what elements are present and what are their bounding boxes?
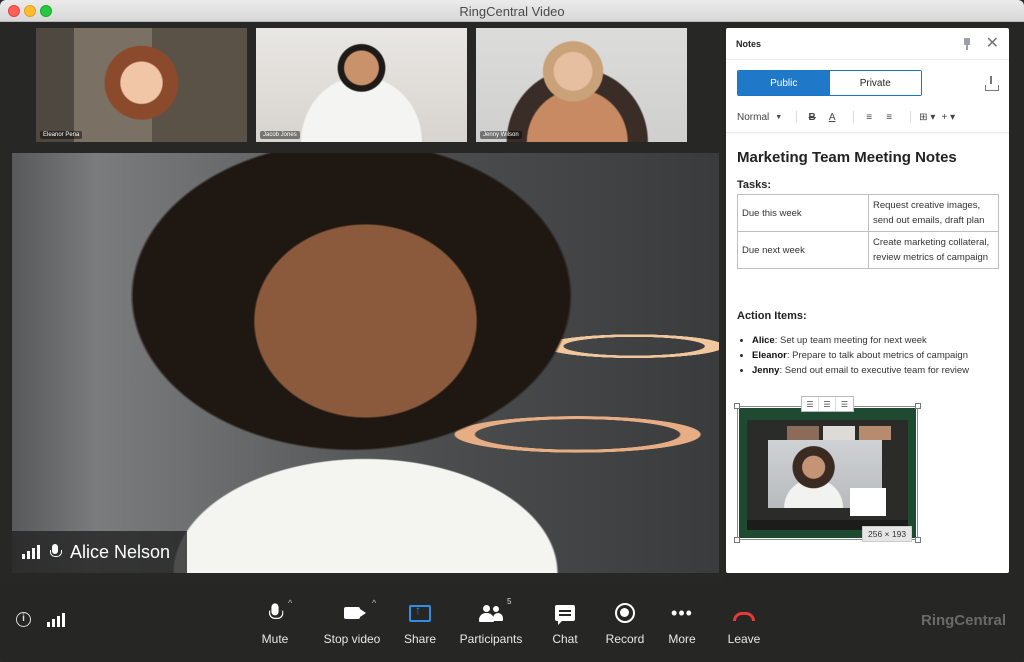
more-label: More bbox=[668, 632, 696, 646]
participant-tile[interactable]: Jenny Wilson bbox=[476, 28, 687, 142]
bold-button[interactable]: B bbox=[805, 110, 819, 124]
table-cell[interactable]: Due next week bbox=[737, 231, 869, 269]
leave-button[interactable]: Leave bbox=[704, 602, 784, 646]
tab-private[interactable]: Private bbox=[829, 71, 921, 95]
action-text: : Send out email to executive team for r… bbox=[779, 365, 970, 376]
brand-logo: RingCentral bbox=[920, 612, 1006, 629]
close-icon[interactable]: ✕ bbox=[986, 35, 999, 52]
table-cell[interactable]: Create marketing collateral, review metr… bbox=[868, 231, 999, 269]
video-stage: Eleanor Pena Jacob Jones Jenny Wilson Al… bbox=[0, 22, 724, 584]
title-bar: RingCentral Video bbox=[0, 0, 1024, 22]
notes-panel: Notes ✕ Public Private Normal ▼ B A ≡ ≡ ⊞… bbox=[726, 28, 1009, 573]
participant-name: Jacob Jones bbox=[260, 131, 300, 139]
image-align-toolbar: ☰ ☰ ☰ bbox=[801, 396, 854, 412]
participants-icon bbox=[479, 604, 503, 622]
image-dimensions: 256 × 193 bbox=[862, 526, 913, 542]
participants-count: 5 bbox=[507, 597, 512, 606]
text-color-button[interactable]: A bbox=[825, 110, 839, 124]
hang-up-icon bbox=[733, 611, 755, 621]
participant-video bbox=[476, 28, 687, 142]
align-right-icon[interactable]: ☰ bbox=[836, 397, 853, 411]
align-button[interactable]: ≡ bbox=[882, 110, 896, 124]
participant-tile[interactable]: Jacob Jones bbox=[256, 28, 467, 142]
signal-strength-icon[interactable] bbox=[47, 613, 65, 627]
action-items-heading: Action Items: bbox=[737, 310, 807, 322]
action-items-list: Alice: Set up team meeting for next week… bbox=[752, 333, 969, 378]
mute-label: Mute bbox=[261, 632, 289, 646]
more-dots-icon: ••• bbox=[671, 603, 693, 623]
participants-button[interactable]: 5 Participants bbox=[451, 597, 531, 646]
notes-header: Notes ✕ bbox=[726, 28, 1009, 60]
assignee: Alice bbox=[752, 335, 775, 346]
pin-icon[interactable] bbox=[962, 37, 972, 50]
microphone-icon bbox=[50, 544, 62, 560]
chat-icon bbox=[555, 605, 575, 625]
chevron-up-icon[interactable]: ^ bbox=[372, 598, 376, 608]
share-screen-icon bbox=[409, 603, 431, 622]
insert-button[interactable]: + ▾ bbox=[941, 110, 956, 124]
table-button[interactable]: ⊞ ▾ bbox=[919, 110, 935, 124]
participant-tile[interactable]: Eleanor Pena bbox=[36, 28, 247, 142]
list-item: Jenny: Send out email to executive team … bbox=[752, 363, 969, 378]
app-window: RingCentral Video Eleanor Pena Jacob Jon… bbox=[0, 0, 1024, 662]
chat-label: Chat bbox=[552, 632, 578, 646]
bullet-list-button[interactable]: ≡ bbox=[862, 110, 876, 124]
main-speaker-video[interactable]: Alice Nelson bbox=[12, 153, 719, 573]
table-cell[interactable]: Request creative images, send out emails… bbox=[868, 194, 999, 232]
format-toolbar: Normal ▼ B A ≡ ≡ ⊞ ▾ + ▾ bbox=[737, 108, 999, 126]
participant-name: Jenny Wilson bbox=[480, 131, 522, 139]
resize-handle[interactable] bbox=[915, 537, 921, 543]
action-text: : Prepare to talk about metrics of campa… bbox=[786, 350, 968, 361]
text-style-dropdown[interactable]: Normal ▼ bbox=[737, 110, 782, 124]
participants-label: Participants bbox=[459, 632, 523, 646]
mute-button[interactable]: ^ Mute bbox=[235, 598, 315, 646]
table-row: Due this week Request creative images, s… bbox=[737, 194, 999, 232]
tab-public[interactable]: Public bbox=[738, 71, 830, 95]
align-left-icon[interactable]: ☰ bbox=[802, 397, 819, 411]
table-row: Due next week Create marketing collatera… bbox=[737, 231, 999, 269]
microphone-icon bbox=[269, 603, 284, 622]
resize-handle[interactable] bbox=[734, 403, 740, 409]
align-center-icon[interactable]: ☰ bbox=[819, 397, 836, 411]
table-cell[interactable]: Due this week bbox=[737, 194, 869, 232]
assignee: Eleanor bbox=[752, 350, 787, 361]
share-label: Share bbox=[403, 632, 437, 646]
list-item: Alice: Set up team meeting for next week bbox=[752, 333, 969, 348]
participant-video bbox=[36, 28, 247, 142]
visibility-toggle: Public Private bbox=[737, 70, 922, 96]
notes-title: Notes bbox=[736, 38, 762, 49]
video-camera-icon bbox=[344, 607, 366, 619]
assignee: Jenny bbox=[752, 365, 780, 376]
speaker-name: Alice Nelson bbox=[70, 541, 171, 562]
download-icon[interactable] bbox=[984, 76, 999, 91]
resize-handle[interactable] bbox=[734, 537, 740, 543]
chevron-down-icon: ▼ bbox=[775, 113, 783, 121]
chevron-up-icon[interactable]: ^ bbox=[288, 598, 292, 608]
speaker-name-tag: Alice Nelson bbox=[12, 531, 187, 573]
doc-title: Marketing Team Meeting Notes bbox=[737, 149, 957, 166]
record-label: Record bbox=[605, 632, 645, 646]
action-text: : Set up team meeting for next week bbox=[774, 335, 927, 346]
signal-strength-icon bbox=[22, 545, 40, 559]
leave-label: Leave bbox=[727, 632, 761, 646]
info-icon[interactable]: i bbox=[16, 612, 31, 627]
participant-video bbox=[256, 28, 467, 142]
participant-name: Eleanor Pena bbox=[40, 131, 83, 139]
text-style-value: Normal bbox=[737, 111, 770, 123]
record-icon bbox=[615, 603, 635, 623]
embedded-screenshot[interactable]: ☰ ☰ ☰ 256 × 193 bbox=[734, 396, 921, 543]
tasks-table[interactable]: Due this week Request creative images, s… bbox=[737, 194, 999, 269]
share-button[interactable]: Share bbox=[380, 602, 460, 647]
window-title: RingCentral Video bbox=[459, 4, 565, 19]
list-item: Eleanor: Prepare to talk about metrics o… bbox=[752, 348, 969, 363]
control-bar: i ^ Mute ^ Stop video Share 5 Participan… bbox=[0, 584, 1024, 662]
resize-handle[interactable] bbox=[915, 403, 921, 409]
stop-video-label: Stop video bbox=[323, 632, 381, 646]
tasks-heading: Tasks: bbox=[737, 179, 772, 191]
